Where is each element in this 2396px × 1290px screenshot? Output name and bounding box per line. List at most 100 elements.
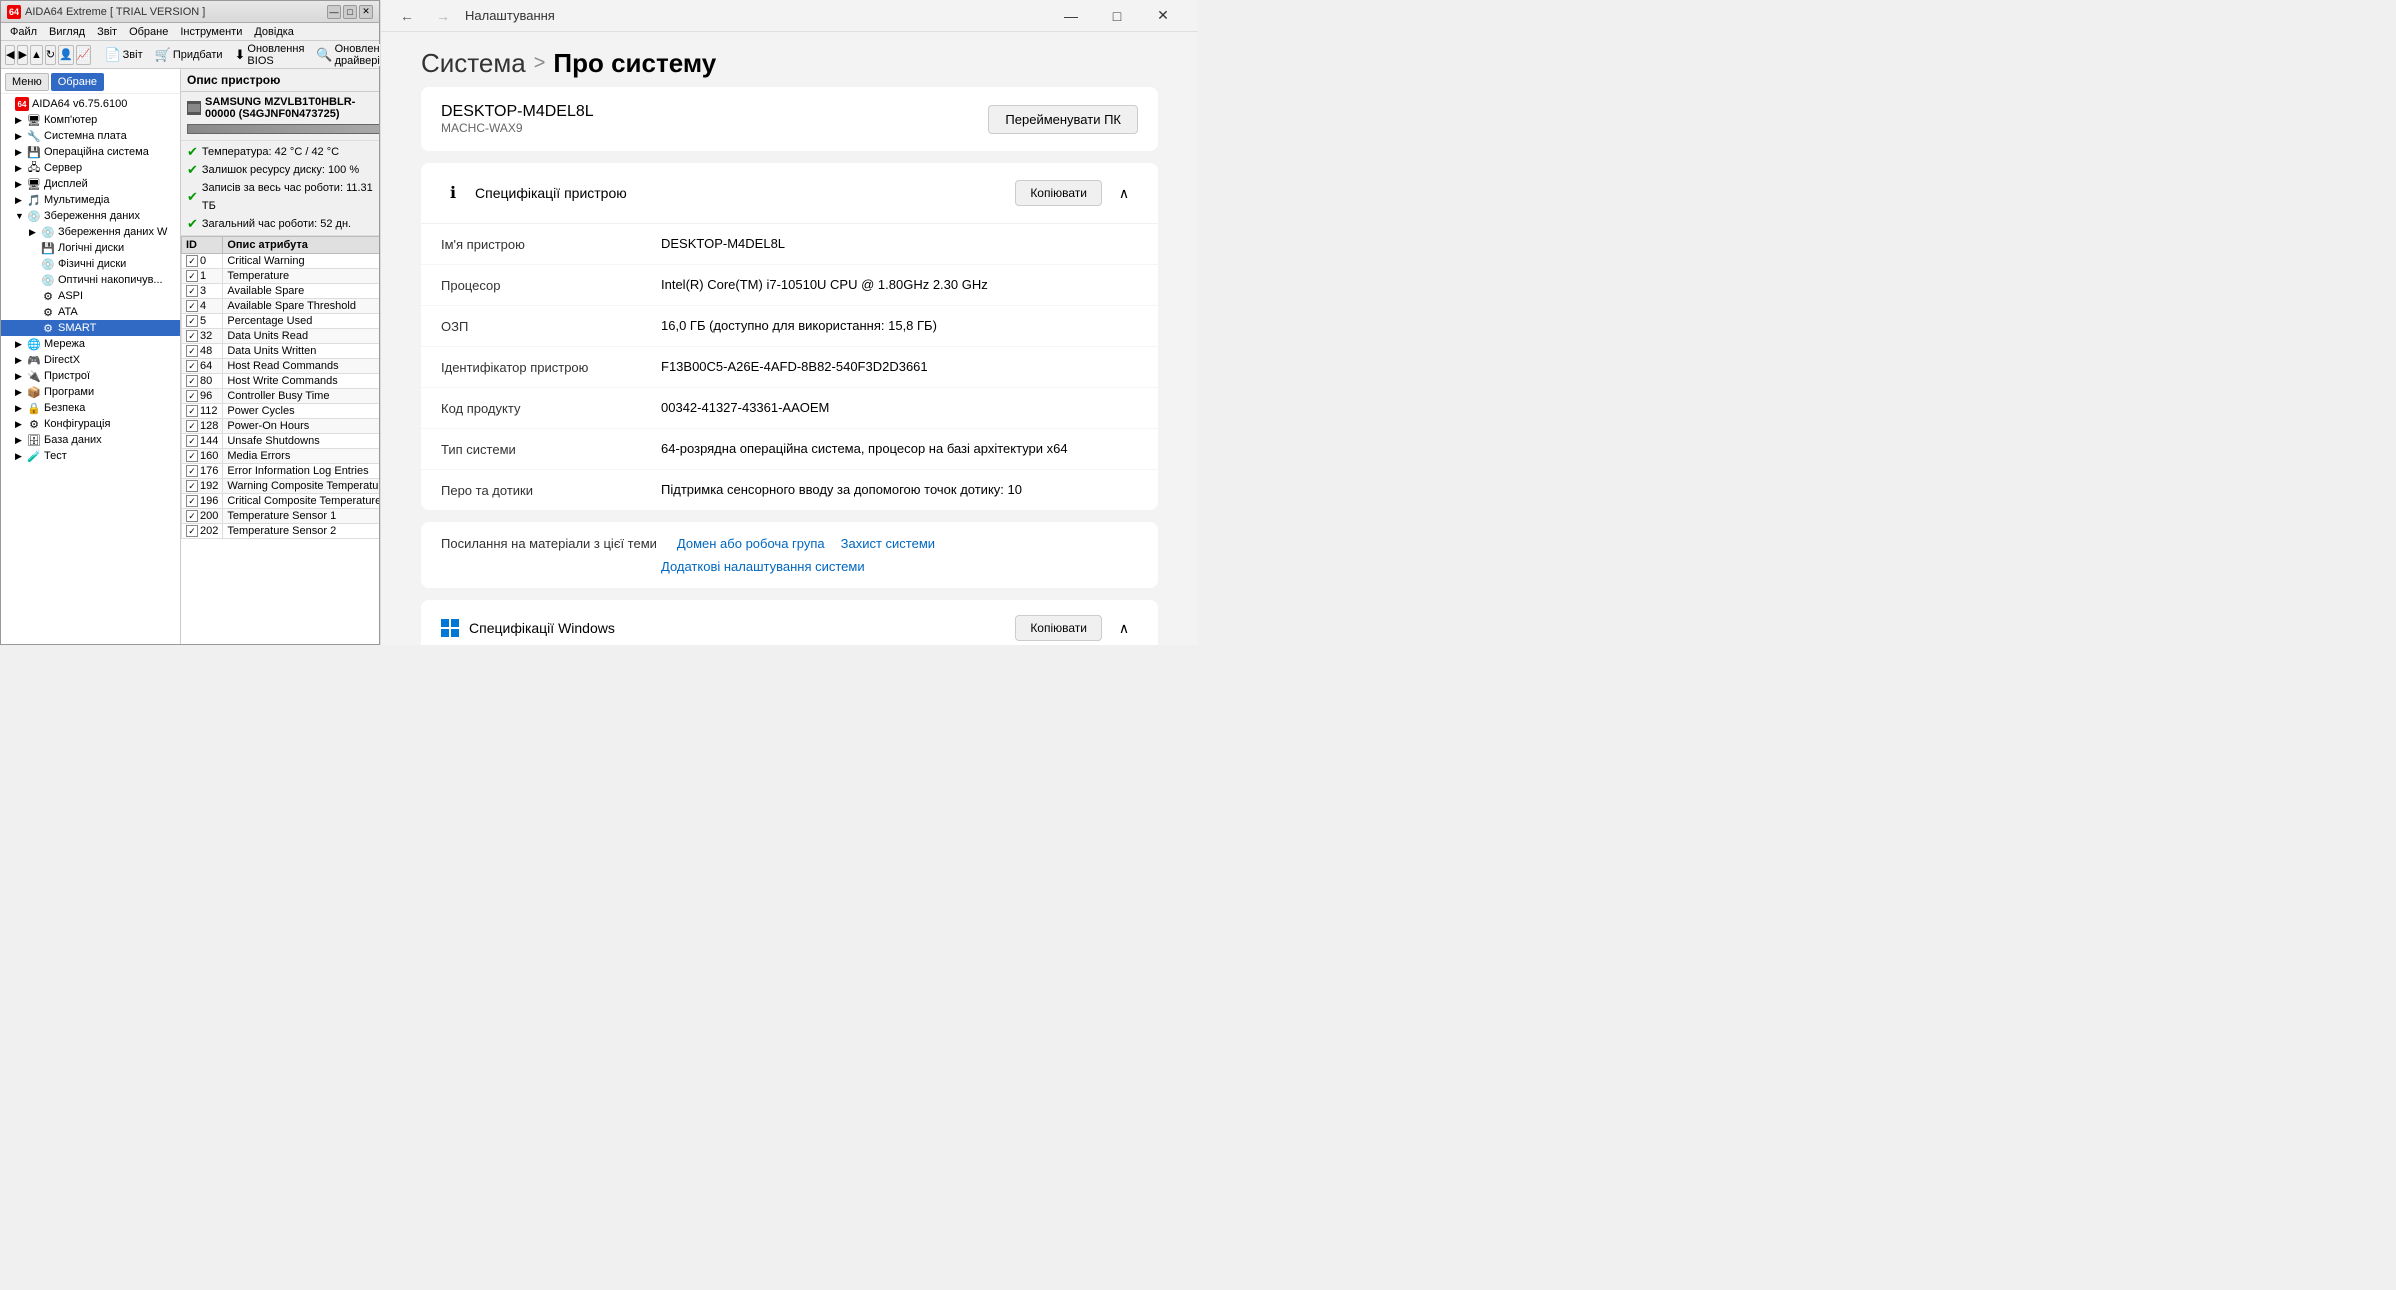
table-row[interactable]: ✓ 4 Available Spare Threshold 10 % OK: З… — [182, 299, 380, 314]
settings-minimize-button[interactable]: — — [1048, 0, 1094, 32]
settings-back-button[interactable]: ← — [393, 2, 421, 30]
sidebar-item-ata[interactable]: ⚙ ATA — [1, 304, 180, 320]
sidebar-item-devices[interactable]: ▶ 🔌 Пристрої — [1, 368, 180, 384]
checkbox-4[interactable]: ✓ — [186, 300, 198, 312]
checkbox-202[interactable]: ✓ — [186, 525, 198, 537]
table-row[interactable]: ✓ 48 Data Units Written 11.31 ТБ OK: Зав… — [182, 344, 380, 359]
device-specs-copy-button[interactable]: Копіювати — [1015, 180, 1102, 206]
table-row[interactable]: ✓ 202 Temperature Sensor 2 42 °С OK: Зав… — [182, 524, 380, 539]
obrane-btn[interactable]: Обране — [51, 73, 104, 91]
nav-back-button[interactable]: ◀ — [5, 45, 15, 65]
report-button[interactable]: 📄 Звіт — [99, 44, 147, 66]
table-row[interactable]: ✓ 200 Temperature Sensor 1 42 °С OK: Зав… — [182, 509, 380, 524]
menu-tools[interactable]: Інструменти — [175, 25, 247, 39]
close-button[interactable]: ✕ — [359, 5, 373, 19]
sidebar-item-multimedia[interactable]: ▶ 🎵 Мультимедіа — [1, 192, 180, 208]
nav-refresh-button[interactable]: ↻ — [45, 45, 56, 65]
nav-forward-button[interactable]: ▶ — [17, 45, 27, 65]
menu-help[interactable]: Довідка — [249, 25, 299, 39]
sidebar-item-optical[interactable]: 💿 Оптичні накопичув... — [1, 272, 180, 288]
table-row[interactable]: ✓ 96 Controller Busy Time 946 хв OK: Зав… — [182, 389, 380, 404]
sidebar-item-directx[interactable]: ▶ 🎮 DirectX — [1, 352, 180, 368]
windows-specs-collapse-button[interactable]: ∧ — [1110, 614, 1138, 642]
table-row[interactable]: ✓ 192 Warning Composite Temperatur... 0 … — [182, 479, 380, 494]
checkbox-5[interactable]: ✓ — [186, 315, 198, 327]
nav-chart-button[interactable]: 📈 — [76, 45, 92, 65]
table-row[interactable]: ✓ 64 Host Read Commands 311517817 OK: За… — [182, 359, 380, 374]
links-row: Посилання на матеріали з цієї теми Домен… — [441, 536, 1138, 551]
checkbox-112[interactable]: ✓ — [186, 405, 198, 417]
menu-view[interactable]: Вигляд — [44, 25, 90, 39]
sidebar-item-motherboard[interactable]: ▶ 🔧 Системна плата — [1, 128, 180, 144]
checkbox-48[interactable]: ✓ — [186, 345, 198, 357]
aida-titlebar: 64 AIDA64 Extreme [ TRIAL VERSION ] — □ … — [1, 1, 379, 23]
checkbox-32[interactable]: ✓ — [186, 330, 198, 342]
maximize-button[interactable]: □ — [343, 5, 357, 19]
menu-btn[interactable]: Меню — [5, 73, 49, 91]
smart-table-wrapper: ID Опис атрибута Поріг Знач... Найгі... … — [181, 236, 379, 644]
add-button[interactable]: 🛒 Придбати — [150, 44, 228, 66]
nav-user-button[interactable]: 👤 — [58, 45, 74, 65]
sidebar-item-smart[interactable]: ⚙ SMART — [1, 320, 180, 336]
checkbox-144[interactable]: ✓ — [186, 435, 198, 447]
checkbox-160[interactable]: ✓ — [186, 450, 198, 462]
system-protection-link[interactable]: Захист системи — [841, 536, 935, 551]
sidebar-item-network[interactable]: ▶ 🌐 Мережа — [1, 336, 180, 352]
cell-name: Percentage Used — [223, 314, 379, 329]
display-icon: 🖥 — [27, 177, 41, 191]
cell-id: ✓ 202 — [182, 524, 223, 539]
sidebar-item-physical[interactable]: 💿 Фізичні диски — [1, 256, 180, 272]
table-row[interactable]: ✓ 128 Power-On Hours 1256 OK: Завжди про… — [182, 419, 380, 434]
checkbox-80[interactable]: ✓ — [186, 375, 198, 387]
sidebar-item-test[interactable]: ▶ 🧪 Тест — [1, 448, 180, 464]
settings-close-button[interactable]: ✕ — [1140, 0, 1186, 32]
checkbox-3[interactable]: ✓ — [186, 285, 198, 297]
settings-maximize-button[interactable]: □ — [1094, 0, 1140, 32]
menu-report[interactable]: Звіт — [92, 25, 122, 39]
table-row[interactable]: ✓ 32 Data Units Read 18.17 ТБ OK: Завжди… — [182, 329, 380, 344]
sidebar-item-database[interactable]: ▶ 🗄 База даних — [1, 432, 180, 448]
sidebar-item-server[interactable]: ▶ 🖧 Сервер — [1, 160, 180, 176]
table-row[interactable]: ✓ 5 Percentage Used 0 % OK: Значення нор… — [182, 314, 380, 329]
sidebar-item-security[interactable]: ▶ 🔒 Безпека — [1, 400, 180, 416]
breadcrumb-system[interactable]: Система — [421, 48, 526, 79]
checkbox-200[interactable]: ✓ — [186, 510, 198, 522]
table-row[interactable]: ✓ 3 Available Spare 100 % OK: Завжди про… — [182, 284, 380, 299]
checkbox-1[interactable]: ✓ — [186, 270, 198, 282]
menu-file[interactable]: Файл — [5, 25, 42, 39]
links-section: Посилання на матеріали з цієї теми Домен… — [421, 522, 1158, 588]
minimize-button[interactable]: — — [327, 5, 341, 19]
checkbox-176[interactable]: ✓ — [186, 465, 198, 477]
settings-forward-button[interactable]: → — [429, 2, 457, 30]
sidebar-item-config[interactable]: ▶ ⚙ Конфігурація — [1, 416, 180, 432]
table-row[interactable]: ✓ 0 Critical Warning 0 OK: Значення норм… — [182, 254, 380, 269]
checkbox-0[interactable]: ✓ — [186, 255, 198, 267]
sidebar-item-storage[interactable]: ▼ 💿 Збереження даних — [1, 208, 180, 224]
device-specs-collapse-button[interactable]: ∧ — [1110, 179, 1138, 207]
sidebar-item-display[interactable]: ▶ 🖥 Дисплей — [1, 176, 180, 192]
table-row[interactable]: ✓ 1 Temperature 42 °С OK: Завжди пройде — [182, 269, 380, 284]
sidebar-item-storage-w[interactable]: ▶ 💿 Збереження даних W — [1, 224, 180, 240]
table-row[interactable]: ✓ 144 Unsafe Shutdowns 83 OK: Завжди про… — [182, 434, 380, 449]
sidebar-item-logical[interactable]: 💾 Логічні диски — [1, 240, 180, 256]
nav-up-button[interactable]: ▲ — [30, 45, 43, 65]
checkbox-196[interactable]: ✓ — [186, 495, 198, 507]
table-row[interactable]: ✓ 80 Host Write Commands 321945093 OK: З… — [182, 374, 380, 389]
domain-link[interactable]: Домен або робоча група — [677, 536, 825, 551]
checkbox-64[interactable]: ✓ — [186, 360, 198, 372]
table-row[interactable]: ✓ 176 Error Information Log Entries 3785… — [182, 464, 380, 479]
additional-settings-link[interactable]: Додаткові налаштування системи — [661, 559, 865, 574]
sidebar-item-programs[interactable]: ▶ 📦 Програми — [1, 384, 180, 400]
sidebar-item-computer[interactable]: ▶ 🖥 Комп'ютер — [1, 112, 180, 128]
checkbox-192[interactable]: ✓ — [186, 480, 198, 492]
table-row[interactable]: ✓ 112 Power Cycles 2687 OK: Завжди пройд… — [182, 404, 380, 419]
bios-update-button[interactable]: ⬇ Оновлення BIOS — [230, 44, 310, 66]
checkbox-96[interactable]: ✓ — [186, 390, 198, 402]
table-row[interactable]: ✓ 160 Media Errors 0 OK: Значення норма — [182, 449, 380, 464]
rename-pc-button[interactable]: Перейменувати ПК — [988, 105, 1138, 134]
checkbox-128[interactable]: ✓ — [186, 420, 198, 432]
table-row[interactable]: ✓ 196 Critical Composite Temperature... … — [182, 494, 380, 509]
windows-specs-copy-button[interactable]: Копіювати — [1015, 615, 1102, 641]
menu-favorites[interactable]: Обране — [124, 25, 173, 39]
sidebar-item-aspi[interactable]: ⚙ ASPI — [1, 288, 180, 304]
